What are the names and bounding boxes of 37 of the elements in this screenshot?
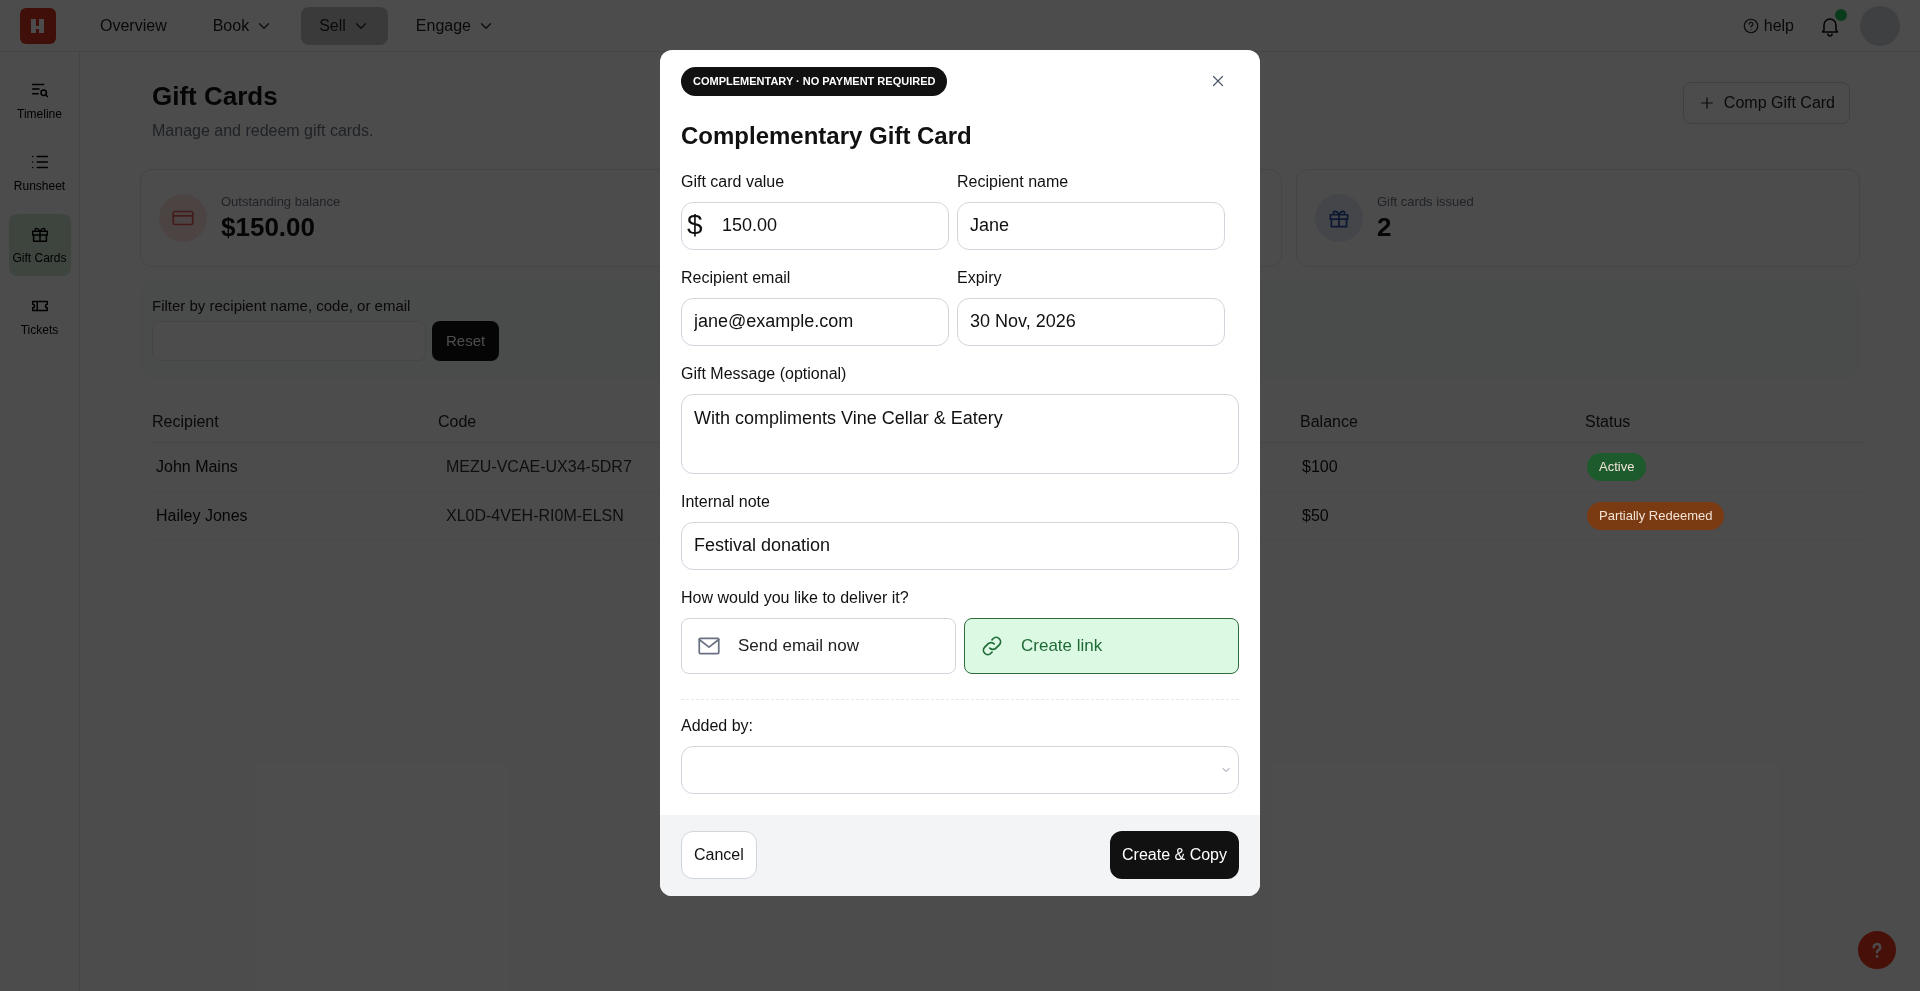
modal-title: Complementary Gift Card [681, 120, 973, 151]
field-label: Expiry [957, 267, 1003, 288]
field-label: Gift card value [681, 171, 786, 192]
message-field[interactable]: With compliments Vine Cellar & Eatery [681, 393, 1239, 474]
field-label: Added by: [681, 715, 755, 736]
field-label: Recipient email [681, 267, 792, 288]
input-field[interactable]: Jane [957, 201, 1225, 250]
create-copy-button[interactable]: Create & Copy [1110, 831, 1239, 879]
field-label: Internal note [681, 491, 771, 512]
delivery-option[interactable]: Send email now [681, 617, 956, 674]
filter-label: Filter by recipient name, code, or email [152, 295, 412, 316]
field-label: Gift Message (optional) [681, 363, 848, 384]
table-cell-text: MEZU-VCAE-UX34-5DR7 [445, 457, 632, 477]
status-badge: Partially Redeemed [1587, 502, 1725, 530]
delivery-option[interactable]: Create link [964, 617, 1239, 674]
page-title: Gift Cards [152, 80, 279, 113]
cancel-button[interactable]: Cancel [681, 831, 757, 879]
status-badge: COMPLEMENTARY · NO PAYMENT REQUIRED [681, 67, 948, 96]
input-field[interactable]: 30 Nov, 2026 [957, 297, 1225, 346]
column-header: Recipient [152, 411, 219, 432]
column-header: Code [438, 411, 477, 432]
table-cell-text: Hailey Jones [155, 506, 248, 526]
column-header: Status [1585, 411, 1631, 432]
select-field[interactable] [681, 745, 1239, 794]
table-cell-text: John Mains [155, 457, 238, 477]
input-field[interactable]: jane@example.com [681, 297, 949, 346]
stat-value: $150.00 [221, 211, 316, 244]
currency-symbol: $ [687, 210, 703, 239]
table-cell-text: $100 [1301, 457, 1338, 477]
field-label: Recipient name [957, 171, 1070, 192]
input-field[interactable]: Festival donation [681, 521, 1239, 570]
status-badge: Active [1587, 453, 1647, 481]
table-cell-text: $50 [1301, 506, 1329, 526]
stat-value: 2 [1377, 211, 1393, 244]
column-header: Balance [1300, 411, 1358, 432]
field-label: How would you like to deliver it? [681, 587, 910, 608]
table-cell-text: XL0D-4VEH-RI0M-ELSN [445, 506, 624, 526]
